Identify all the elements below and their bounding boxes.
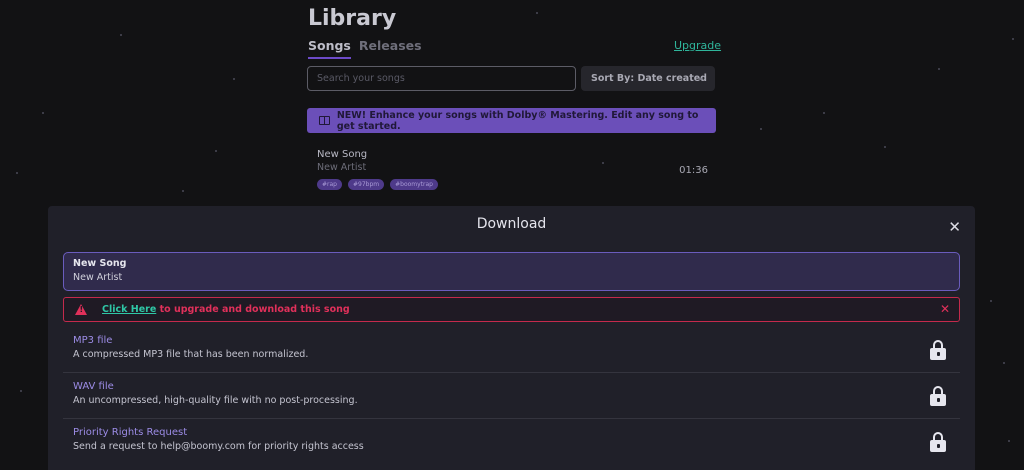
tab-releases[interactable]: Releases xyxy=(359,38,422,59)
upgrade-alert: Click Here to upgrade and download this … xyxy=(63,297,960,322)
warning-icon xyxy=(75,304,87,315)
song-tags: #rap #97bpm #boomytrap xyxy=(317,179,438,190)
file-option-description: Send a request to help@boomy.com for pri… xyxy=(73,441,364,452)
chevron-down-icon: ⌄ xyxy=(696,72,705,83)
book-icon xyxy=(319,116,330,125)
download-modal: Download ✕ New Song New Artist Click Her… xyxy=(48,206,975,470)
lock-icon[interactable] xyxy=(930,340,946,360)
lock-icon[interactable] xyxy=(930,386,946,406)
tag-badge[interactable]: #97bpm xyxy=(347,179,385,190)
file-option-description: An uncompressed, high-quality file with … xyxy=(73,395,358,406)
file-option-wav[interactable]: WAV file An uncompressed, high-quality f… xyxy=(63,373,960,419)
modal-title: Download xyxy=(476,216,547,232)
song-duration: 01:36 xyxy=(679,165,708,176)
click-here-link[interactable]: Click Here xyxy=(102,304,156,315)
alert-message: Click Here to upgrade and download this … xyxy=(102,304,350,315)
sort-dropdown[interactable]: Sort By: Date created ⌄ xyxy=(581,66,715,91)
song-list-item[interactable]: New Song New Artist 01:36 #rap #97bpm #b… xyxy=(307,146,717,196)
file-option-description: A compressed MP3 file that has been norm… xyxy=(73,349,309,360)
file-option-mp3[interactable]: MP3 file A compressed MP3 file that has … xyxy=(63,327,960,373)
tab-songs[interactable]: Songs xyxy=(308,38,351,59)
search-input[interactable] xyxy=(307,66,576,91)
file-option-priority-rights[interactable]: Priority Rights Request Send a request t… xyxy=(63,419,960,465)
selected-song-card: New Song New Artist xyxy=(63,252,960,291)
file-option-name: WAV file xyxy=(73,381,114,392)
song-artist: New Artist xyxy=(317,162,367,173)
file-option-name: Priority Rights Request xyxy=(73,427,188,438)
lock-icon[interactable] xyxy=(930,432,946,452)
alert-text: to upgrade and download this song xyxy=(156,304,350,315)
selected-song-artist: New Artist xyxy=(73,272,123,283)
tag-badge[interactable]: #rap xyxy=(317,179,342,190)
file-option-name: MP3 file xyxy=(73,335,113,346)
sort-label: Sort By: Date created xyxy=(591,73,707,84)
page-title: Library xyxy=(308,6,397,31)
close-icon[interactable]: ✕ xyxy=(948,218,961,236)
song-title: New Song xyxy=(317,149,368,160)
dismiss-alert-icon[interactable]: ✕ xyxy=(940,302,950,316)
banner-text: NEW! Enhance your songs with Dolby® Mast… xyxy=(336,109,699,132)
selected-song-title: New Song xyxy=(73,258,127,269)
upgrade-link[interactable]: Upgrade xyxy=(674,39,721,52)
dolby-banner[interactable]: NEW! Enhance your songs with Dolby® Mast… xyxy=(307,108,716,133)
tag-badge[interactable]: #boomytrap xyxy=(390,179,438,190)
library-tabs: Songs Releases xyxy=(308,38,422,59)
